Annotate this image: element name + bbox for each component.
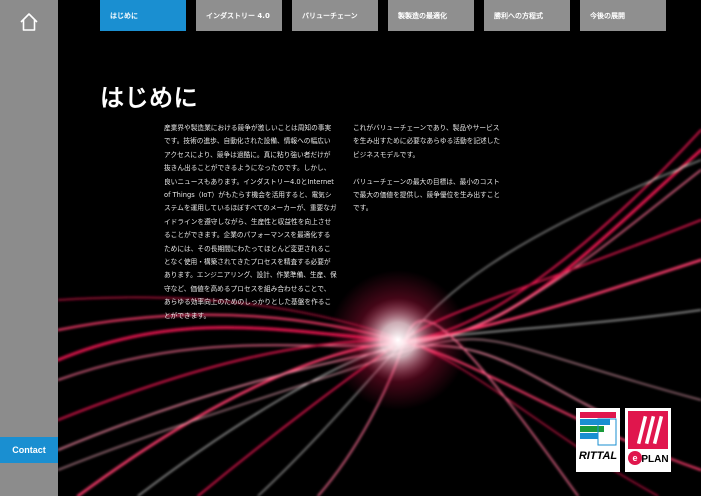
contact-button[interactable]: Contact [0, 437, 58, 463]
intro-text-column-2: これがバリューチェーンであり、製品やサービスを生み出すために必要なあらゆる活動を… [353, 122, 503, 229]
page-title: はじめに [100, 84, 198, 112]
svg-text:e: e [632, 453, 637, 463]
sidebar: Contact [0, 0, 58, 496]
brand-logos: RITTAL e PLAN [576, 408, 671, 472]
tab-industry-4[interactable]: インダストリー 4.0 [196, 0, 282, 31]
tab-future-outlook[interactable]: 今後の展開 [580, 0, 666, 31]
eplan-logo: e PLAN [625, 408, 671, 472]
top-nav-tabs: はじめに インダストリー 4.0 バリューチェーン 製製造の最適化 勝利への方程… [100, 0, 666, 31]
main-area: はじめに インダストリー 4.0 バリューチェーン 製製造の最適化 勝利への方程… [58, 0, 701, 496]
home-icon [20, 13, 38, 31]
svg-text:PLAN: PLAN [641, 454, 668, 465]
intro-text-column-1: 産業界や製造業における競争が激しいことは周知の事実です。技術の進歩、自動化された… [164, 124, 337, 320]
tab-value-chain[interactable]: バリューチェーン [292, 0, 378, 31]
tab-manufacturing-optimization[interactable]: 製製造の最適化 [388, 0, 474, 31]
tab-winning-formula[interactable]: 勝利への方程式 [484, 0, 570, 31]
svg-text:RITTAL: RITTAL [579, 450, 618, 462]
rittal-logo: RITTAL [576, 408, 620, 472]
tab-introduction[interactable]: はじめに [100, 0, 186, 31]
home-button[interactable] [0, 0, 58, 44]
column2-paragraph-2: バリューチェーンの最大の目標は、最小のコストで最大の価値を提供し、競争優位を生み… [353, 177, 501, 213]
column2-paragraph-1: これがバリューチェーンであり、製品やサービスを生み出すために必要なあらゆる活動を… [353, 124, 501, 159]
